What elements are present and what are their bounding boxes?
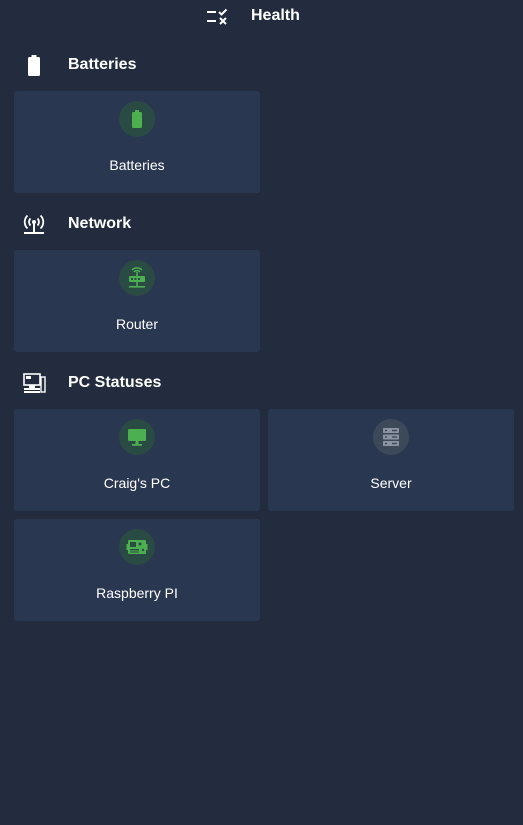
battery-icon [132, 110, 142, 128]
antenna-icon [22, 212, 46, 236]
status-card-router[interactable]: Router [14, 250, 260, 352]
monitor-icon [128, 429, 146, 446]
section-title: PC Statuses [68, 374, 162, 391]
status-indicator [119, 101, 155, 137]
list-check-icon [206, 8, 230, 26]
page-title: Health [251, 7, 300, 24]
status-indicator [119, 260, 155, 296]
section-header-batteries: Batteries [0, 52, 523, 78]
card-label: Craig's PC [103, 475, 171, 491]
status-card-craigs-pc[interactable]: Craig's PC [14, 409, 260, 511]
section-header-pc-statuses: PC Statuses [0, 370, 523, 396]
router-icon [129, 267, 145, 288]
battery-icon [22, 53, 46, 77]
status-indicator [373, 419, 409, 455]
card-label: Batteries [109, 157, 165, 173]
status-card-server[interactable]: Server [268, 409, 514, 511]
computer-icon [22, 371, 46, 395]
status-indicator [119, 529, 155, 565]
card-label: Router [115, 316, 159, 332]
status-card-raspberry-pi[interactable]: Raspberry PI [14, 519, 260, 621]
card-label: Server [370, 475, 412, 491]
health-dashboard: Health Batteries Batteries Network Route… [0, 0, 523, 825]
section-header-network: Network [0, 211, 523, 237]
status-indicator [119, 419, 155, 455]
status-card-batteries[interactable]: Batteries [14, 91, 260, 193]
section-title: Network [68, 215, 132, 232]
page-header: Health [0, 0, 523, 34]
section-title: Batteries [68, 56, 137, 73]
card-label: Raspberry PI [96, 585, 178, 601]
server-icon [383, 428, 399, 446]
circuit-board-icon [126, 540, 148, 554]
